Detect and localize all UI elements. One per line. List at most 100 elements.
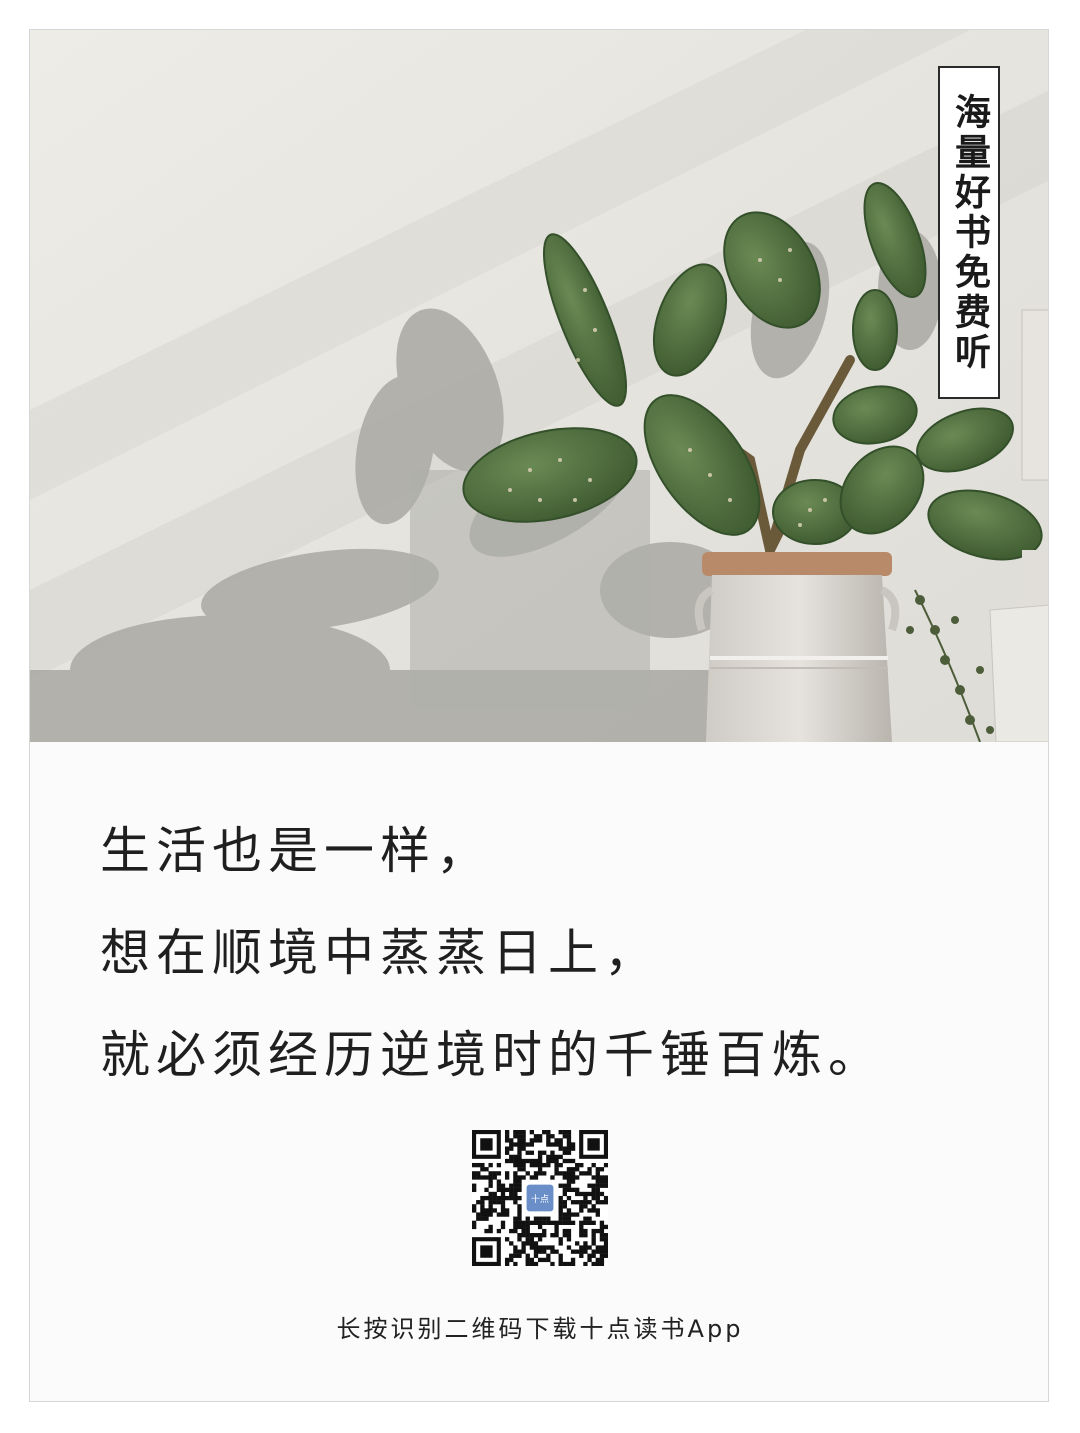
qr-module — [566, 1142, 572, 1147]
qr-module — [525, 1241, 530, 1246]
qr-module — [509, 1154, 514, 1160]
qr-module — [566, 1134, 572, 1139]
qr-module — [533, 1138, 539, 1143]
qr-module — [476, 1162, 481, 1168]
qr-module — [603, 1162, 609, 1168]
qr-module — [546, 1142, 551, 1147]
quote-line: 就必须经历逆境时的千锤百炼。 — [100, 1026, 884, 1084]
qr-module — [517, 1208, 522, 1213]
qr-module — [591, 1237, 596, 1242]
qr-module — [513, 1228, 518, 1234]
qr-module — [554, 1220, 559, 1225]
qr-module — [566, 1167, 572, 1172]
qr-module — [542, 1245, 547, 1250]
qr-module — [513, 1158, 518, 1164]
qr-module — [509, 1158, 514, 1164]
qr-module — [529, 1233, 535, 1238]
qr-module — [480, 1195, 485, 1201]
qr-module — [504, 1158, 510, 1164]
qr-module — [533, 1220, 539, 1225]
qr-module — [517, 1204, 522, 1209]
qr-module — [558, 1195, 563, 1201]
qr-module — [509, 1142, 514, 1147]
qr-module — [562, 1220, 567, 1225]
qr-module — [476, 1175, 481, 1180]
qr-module — [529, 1142, 535, 1147]
qr-module — [562, 1187, 567, 1193]
qr-module — [570, 1261, 576, 1267]
qr-module — [504, 1187, 510, 1193]
qr-module — [562, 1146, 567, 1151]
qr-module — [517, 1142, 522, 1147]
qr-module — [537, 1237, 543, 1242]
qr-module — [558, 1261, 563, 1267]
qr-module — [550, 1220, 555, 1225]
qr-module — [500, 1204, 506, 1209]
cactus-photo: 海量好书免费听 — [30, 30, 1048, 742]
qr-module — [488, 1212, 493, 1217]
qr-module — [587, 1167, 592, 1172]
qr-module — [500, 1187, 506, 1193]
qr-module — [509, 1146, 514, 1151]
qr-module — [558, 1204, 563, 1209]
qr-module — [566, 1183, 572, 1188]
qr-module — [550, 1150, 555, 1155]
qr-module — [509, 1257, 514, 1263]
qr-module — [537, 1249, 543, 1254]
qr-code[interactable]: 十点 — [472, 1130, 609, 1267]
qr-module — [533, 1241, 539, 1246]
qr-module — [525, 1228, 530, 1234]
qr-module — [595, 1261, 600, 1267]
qr-module — [529, 1175, 535, 1180]
qr-module — [583, 1228, 588, 1234]
qr-module — [542, 1257, 547, 1263]
qr-module — [529, 1130, 535, 1135]
qr-module — [529, 1150, 535, 1155]
qr-module — [542, 1249, 547, 1254]
qr-module — [570, 1158, 576, 1164]
qr-module — [579, 1233, 584, 1238]
qr-module — [542, 1130, 547, 1135]
qr-module — [537, 1171, 543, 1176]
qr-module — [566, 1212, 572, 1217]
qr-module — [583, 1249, 588, 1254]
qr-module — [484, 1216, 489, 1221]
qr-module — [529, 1237, 535, 1242]
qr-module — [488, 1171, 493, 1176]
qr-module — [570, 1175, 576, 1180]
qr-finder — [480, 1138, 493, 1151]
qr-module — [587, 1216, 592, 1221]
qr-module — [599, 1224, 605, 1230]
qr-module — [496, 1195, 502, 1201]
qr-module — [566, 1150, 572, 1155]
qr-module — [513, 1253, 518, 1258]
qr-module — [509, 1191, 514, 1197]
qr-module — [488, 1179, 493, 1184]
qr-module — [570, 1220, 576, 1225]
qr-module — [509, 1228, 514, 1234]
qr-module — [599, 1228, 605, 1234]
qr-module — [570, 1146, 576, 1151]
qr-module — [517, 1162, 522, 1168]
qr-module — [525, 1171, 530, 1176]
qr-module — [513, 1191, 518, 1197]
qr-module — [517, 1150, 522, 1155]
qr-module — [492, 1171, 497, 1176]
qr-module — [591, 1187, 596, 1193]
qr-module — [566, 1187, 572, 1193]
qr-module — [521, 1138, 526, 1143]
qr-module — [603, 1224, 609, 1230]
qr-module — [542, 1150, 547, 1155]
qr-module — [562, 1158, 567, 1164]
qr-module — [603, 1179, 609, 1184]
qr-module — [591, 1162, 596, 1168]
qr-module — [525, 1220, 530, 1225]
qr-module — [521, 1175, 526, 1180]
qr-module — [533, 1175, 539, 1180]
qr-module — [562, 1191, 567, 1197]
qr-module — [595, 1179, 600, 1184]
qr-module — [550, 1245, 555, 1250]
qr-module — [533, 1134, 539, 1139]
qr-module — [566, 1146, 572, 1151]
qr-module — [537, 1167, 543, 1172]
